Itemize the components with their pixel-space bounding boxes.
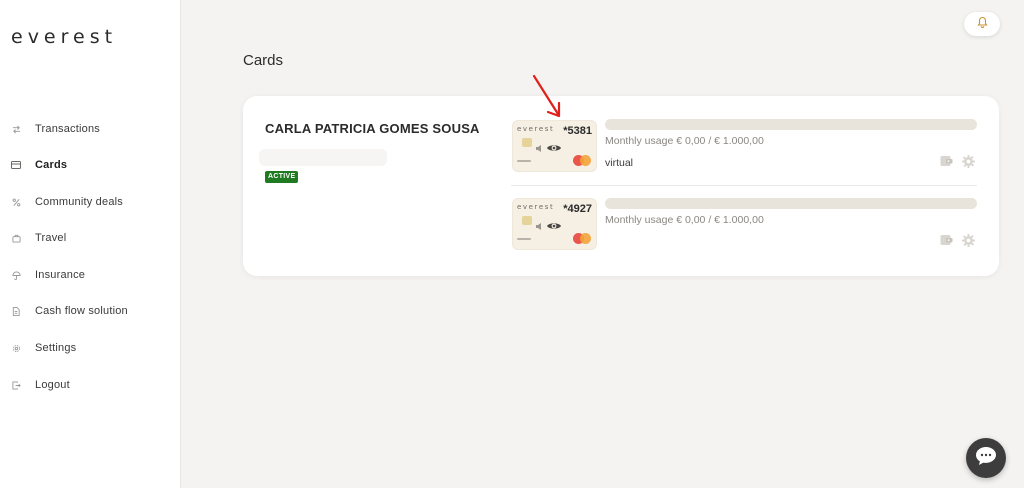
card-icon (11, 160, 21, 170)
wallet-icon[interactable] (939, 154, 953, 168)
eye-icon[interactable] (546, 218, 562, 229)
bell-icon (976, 15, 988, 33)
contactless-icon (536, 217, 542, 230)
chip-icon (522, 216, 532, 225)
document-icon (11, 306, 21, 316)
sidebar-item-label: Community deals (35, 196, 123, 208)
sidebar-item-label: Transactions (35, 123, 100, 135)
gear-icon[interactable] (961, 154, 975, 168)
cards-panel: CARLA PATRICIA GOMES SOUSA ACTIVE everes… (243, 96, 999, 276)
logo[interactable]: everest (11, 26, 117, 48)
annotation-arrow (532, 74, 561, 118)
transfer-icon (11, 124, 21, 134)
card-holder-name: CARLA PATRICIA GOMES SOUSA (265, 121, 480, 136)
card-brand: everest (517, 203, 555, 211)
usage-text: Monthly usage € 0,00 / € 1.000,00 (605, 214, 764, 226)
sidebar-item-transactions[interactable]: Transactions (11, 120, 100, 138)
sidebar-item-label: Logout (35, 379, 70, 391)
card-thumbnail[interactable]: everest *4927 (512, 198, 597, 250)
sidebar-item-logout[interactable]: Logout (11, 376, 70, 394)
umbrella-icon (11, 270, 21, 280)
notifications-button[interactable] (964, 12, 1000, 36)
sidebar-item-label: Settings (35, 342, 77, 354)
wallet-icon[interactable] (939, 233, 953, 247)
card-actions (939, 154, 975, 168)
sidebar-item-cash-flow-solution[interactable]: Cash flow solution (11, 302, 128, 320)
usage-text: Monthly usage € 0,00 / € 1.000,00 (605, 135, 764, 147)
card-row: everest *5381 Monthly usage € 0,00 / € 1… (511, 119, 977, 186)
suitcase-icon (11, 233, 21, 243)
usage-bar (605, 198, 977, 209)
sidebar-item-settings[interactable]: Settings (11, 339, 76, 357)
contactless-icon (536, 139, 542, 152)
chip-icon (522, 138, 532, 147)
gear-icon[interactable] (961, 233, 975, 247)
sidebar-item-label: Travel (35, 232, 67, 244)
chat-button[interactable] (966, 438, 1006, 478)
card-fine-print (517, 238, 531, 240)
card-row: everest *4927 Monthly usage € 0,00 / € 1… (511, 197, 977, 255)
sidebar-item-cards[interactable]: Cards (11, 156, 67, 174)
card-type: virtual (605, 157, 634, 169)
usage-bar (605, 119, 977, 130)
sidebar-item-label: Cash flow solution (35, 305, 128, 317)
sidebar-item-community-deals[interactable]: Community deals (11, 193, 123, 211)
card-number: *5381 (563, 125, 592, 137)
gear-icon (11, 343, 21, 353)
card-thumbnail[interactable]: everest *5381 (512, 120, 597, 172)
sidebar-item-insurance[interactable]: Insurance (11, 266, 85, 284)
sidebar-item-travel[interactable]: Travel (11, 229, 66, 247)
eye-icon[interactable] (546, 140, 562, 151)
card-number: *4927 (563, 203, 592, 215)
mastercard-icon (573, 155, 591, 166)
card-fine-print (517, 160, 531, 162)
sidebar-item-label: Insurance (35, 269, 86, 281)
card-brand: everest (517, 125, 555, 133)
mastercard-icon (573, 233, 591, 244)
percent-icon (11, 197, 21, 207)
logout-icon (11, 380, 21, 390)
card-actions (939, 233, 975, 247)
chat-bubble-icon (974, 445, 998, 472)
status-badge: ACTIVE (265, 171, 299, 183)
sidebar: everest Transactions Cards Community dea… (0, 0, 181, 488)
sidebar-item-label: Cards (35, 159, 68, 171)
page-title: Cards (243, 52, 284, 69)
holder-info-placeholder (259, 149, 387, 166)
